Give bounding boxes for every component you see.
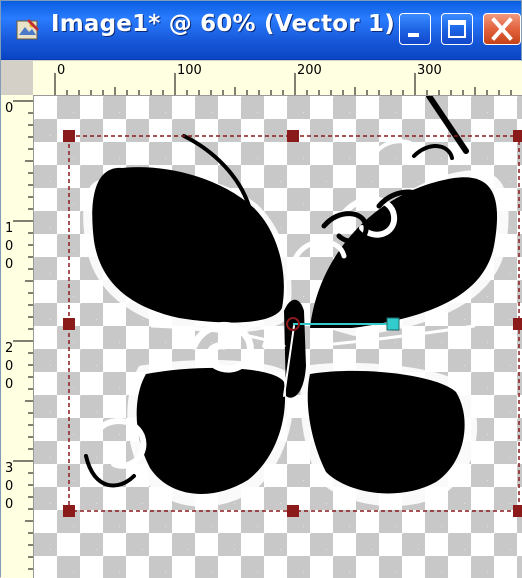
ruler-top-label: 100 xyxy=(177,63,202,78)
ruler-corner xyxy=(1,61,33,95)
handle-middle-right xyxy=(513,318,522,330)
handle-bottom-right xyxy=(513,505,522,517)
close-icon xyxy=(491,17,513,41)
ruler-top-label: 300 xyxy=(417,63,442,78)
handle-bottom-middle xyxy=(287,505,299,517)
horizontal-ruler-ticks xyxy=(54,73,512,95)
maximize-button[interactable] xyxy=(441,13,473,45)
minimize-icon xyxy=(408,33,419,37)
close-button[interactable] xyxy=(483,13,521,45)
handle-bottom-left xyxy=(63,505,75,517)
lower-right-wing xyxy=(307,370,465,494)
ruler-left-label: 3 xyxy=(5,461,14,476)
window-title: Image1* @ 60% (Vector 1) xyxy=(51,11,395,37)
ruler-left-label: 0 xyxy=(5,377,14,392)
ruler-top-label: 200 xyxy=(297,63,322,78)
minimize-button[interactable] xyxy=(399,13,431,45)
handle-top-left xyxy=(63,130,75,142)
title-bar[interactable]: Image1* @ 60% (Vector 1) xyxy=(1,1,521,60)
maximize-icon xyxy=(448,20,466,38)
ruler-left-label: 0 xyxy=(5,497,14,512)
ruler-left-label: 0 xyxy=(5,239,14,254)
ruler-left-label: 0 xyxy=(5,257,14,272)
handle-top-middle xyxy=(287,130,299,142)
butterfly-body xyxy=(284,299,306,398)
horizontal-ruler[interactable]: 0 100 200 300 xyxy=(33,61,522,96)
image-window: Image1* @ 60% (Vector 1) 0 100 200 300 0… xyxy=(0,0,522,578)
ruler-left-label: 0 xyxy=(5,359,14,374)
app-icon xyxy=(16,19,39,40)
butterfly-artwork xyxy=(63,96,522,517)
ruler-left-label: 0 xyxy=(5,101,14,116)
ruler-top-label: 0 xyxy=(57,63,66,78)
vertical-ruler[interactable]: 0 1 0 0 2 0 0 3 0 0 xyxy=(1,95,34,578)
upper-right-wing xyxy=(310,177,498,328)
ruler-left-label: 1 xyxy=(5,221,14,236)
ruler-left-label: 2 xyxy=(5,341,14,356)
handle-middle-left xyxy=(63,318,75,330)
handle-top-right xyxy=(513,130,522,142)
image-canvas[interactable] xyxy=(34,96,522,578)
ruler-left-label: 0 xyxy=(5,479,14,494)
